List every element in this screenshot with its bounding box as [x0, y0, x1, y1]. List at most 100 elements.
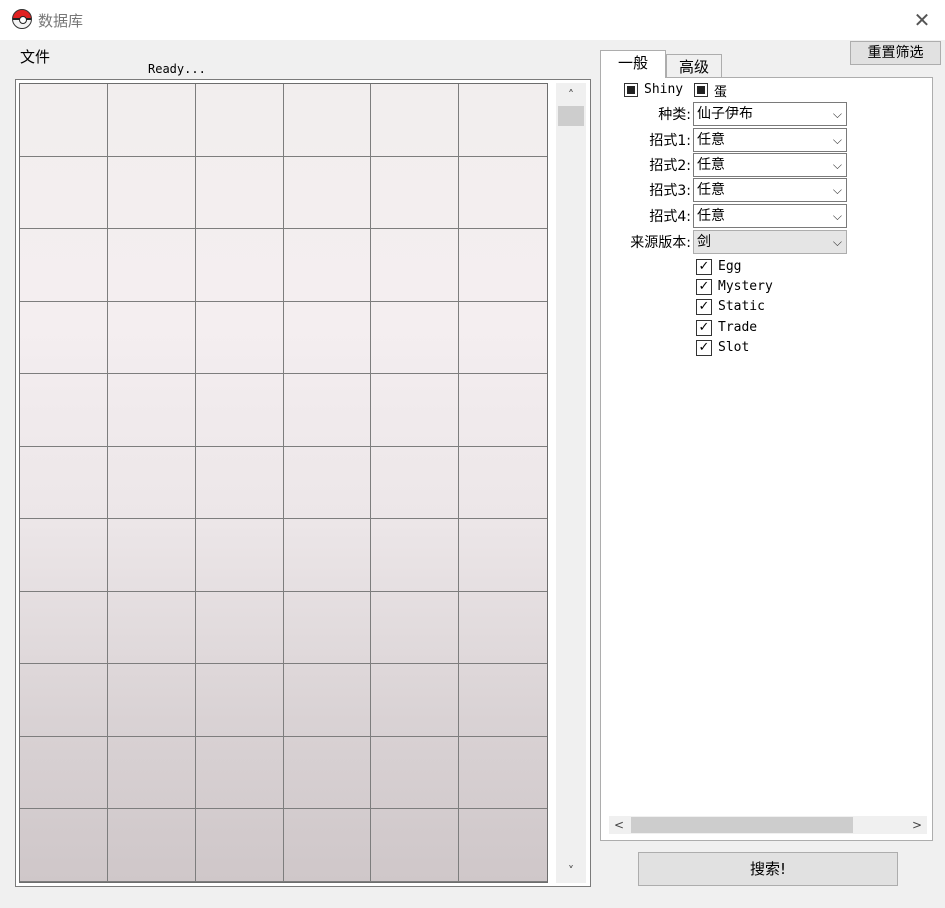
result-slot[interactable] — [459, 229, 547, 302]
tab-general[interactable]: 一般 — [600, 50, 666, 78]
move3-select[interactable]: 任意 ⌵ — [693, 178, 847, 202]
result-slot[interactable] — [107, 736, 196, 810]
result-slot[interactable] — [20, 84, 108, 157]
chevron-down-icon: ⌵ — [832, 183, 842, 197]
scroll-thumb[interactable] — [558, 106, 584, 126]
chevron-down-icon: ⌵ — [832, 209, 842, 223]
result-slot[interactable] — [20, 301, 108, 375]
mystery-source-label: Mystery — [718, 279, 773, 294]
result-slot[interactable] — [459, 592, 547, 665]
move2-value: 任意 — [697, 157, 725, 173]
result-slot[interactable] — [20, 156, 108, 230]
scroll-right-arrow[interactable]: > — [907, 816, 927, 834]
search-button[interactable]: 搜索! — [638, 852, 898, 886]
mystery-source-checkbox[interactable]: ✓ — [696, 279, 712, 295]
result-slot[interactable] — [195, 446, 284, 520]
result-slot[interactable] — [20, 374, 108, 447]
result-slot[interactable] — [371, 591, 460, 665]
result-slot[interactable] — [283, 809, 372, 882]
species-select[interactable]: 仙子伊布 ⌵ — [693, 102, 847, 126]
result-slot[interactable] — [371, 301, 460, 375]
result-slot[interactable] — [371, 446, 460, 520]
result-slot[interactable] — [107, 301, 196, 375]
result-slot[interactable] — [283, 156, 372, 230]
scroll-left-arrow[interactable]: < — [609, 816, 629, 834]
result-slot[interactable] — [283, 736, 372, 810]
result-slot[interactable] — [195, 84, 284, 157]
result-slot[interactable] — [371, 519, 460, 592]
result-slot[interactable] — [195, 664, 284, 737]
result-slot[interactable] — [459, 84, 547, 157]
result-slot[interactable] — [283, 591, 372, 665]
result-slot[interactable] — [107, 519, 196, 592]
result-slot[interactable] — [459, 374, 547, 447]
result-slot[interactable] — [107, 809, 196, 882]
result-slot[interactable] — [283, 301, 372, 375]
result-slot[interactable] — [107, 446, 196, 520]
result-slot[interactable] — [283, 446, 372, 520]
result-slot[interactable] — [459, 447, 547, 520]
result-slot[interactable] — [459, 157, 547, 230]
close-button[interactable]: ✕ — [907, 6, 937, 34]
move1-select[interactable]: 任意 ⌵ — [693, 128, 847, 152]
result-slot[interactable] — [195, 301, 284, 375]
result-slot[interactable] — [371, 84, 460, 157]
result-slot[interactable] — [283, 229, 372, 302]
result-slot[interactable] — [195, 229, 284, 302]
result-slot[interactable] — [371, 229, 460, 302]
result-slot[interactable] — [20, 229, 108, 302]
shiny-label: Shiny — [644, 82, 684, 97]
window-title: 数据库 — [38, 12, 84, 30]
result-slot[interactable] — [20, 809, 108, 882]
reset-filters-button[interactable]: 重置筛选 — [850, 41, 941, 65]
result-slot[interactable] — [371, 664, 460, 737]
move4-select[interactable]: 任意 ⌵ — [693, 204, 847, 228]
slot-source-checkbox[interactable]: ✓ — [696, 340, 712, 356]
result-slot[interactable] — [107, 84, 196, 157]
result-slot[interactable] — [107, 374, 196, 447]
result-slot[interactable] — [195, 736, 284, 810]
result-slot[interactable] — [107, 664, 196, 737]
result-slot[interactable] — [195, 374, 284, 447]
result-slot[interactable] — [283, 519, 372, 592]
result-slot[interactable] — [107, 156, 196, 230]
vertical-scrollbar[interactable]: ˄ ˅ — [556, 83, 586, 883]
result-slot[interactable] — [195, 519, 284, 592]
result-slot[interactable] — [107, 229, 196, 302]
menu-file[interactable]: 文件 — [20, 46, 50, 67]
trade-source-checkbox[interactable]: ✓ — [696, 320, 712, 336]
result-slot[interactable] — [20, 664, 108, 737]
result-slot[interactable] — [371, 736, 460, 810]
result-slot[interactable] — [20, 736, 108, 810]
egg-source-checkbox[interactable]: ✓ — [696, 259, 712, 275]
result-slot[interactable] — [20, 519, 108, 592]
results-grid — [19, 83, 548, 883]
version-select[interactable]: 剑 ⌵ — [693, 230, 847, 254]
shiny-checkbox[interactable] — [624, 83, 638, 97]
result-slot[interactable] — [283, 374, 372, 447]
move2-select[interactable]: 任意 ⌵ — [693, 153, 847, 177]
scroll-up-arrow[interactable]: ˄ — [556, 85, 586, 105]
result-slot[interactable] — [195, 156, 284, 230]
result-slot[interactable] — [459, 664, 547, 737]
result-slot[interactable] — [459, 519, 547, 592]
result-slot[interactable] — [283, 664, 372, 737]
result-slot[interactable] — [371, 809, 460, 882]
result-slot[interactable] — [107, 591, 196, 665]
result-slot[interactable] — [459, 809, 547, 882]
result-slot[interactable] — [195, 591, 284, 665]
scroll-down-arrow[interactable]: ˅ — [556, 861, 586, 881]
result-slot[interactable] — [20, 446, 108, 520]
result-slot[interactable] — [459, 737, 547, 810]
title-bar: 数据库 ✕ — [0, 0, 945, 40]
result-slot[interactable] — [195, 809, 284, 882]
egg-checkbox[interactable] — [694, 83, 708, 97]
result-slot[interactable] — [371, 374, 460, 447]
result-slot[interactable] — [459, 302, 547, 375]
horizontal-scroll-thumb[interactable] — [631, 817, 853, 833]
result-slot[interactable] — [283, 84, 372, 157]
horizontal-scrollbar[interactable]: < > — [609, 816, 927, 834]
static-source-checkbox[interactable]: ✓ — [696, 299, 712, 315]
result-slot[interactable] — [371, 156, 460, 230]
result-slot[interactable] — [20, 591, 108, 665]
